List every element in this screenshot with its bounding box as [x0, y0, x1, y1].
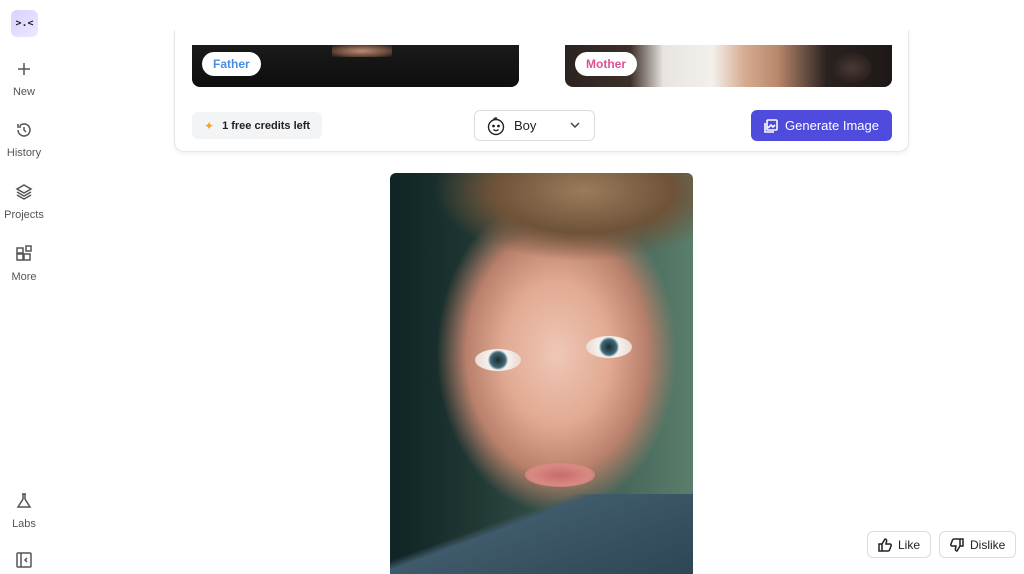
generate-image-label: Generate Image — [785, 118, 879, 133]
sidebar-item-label: More — [11, 271, 37, 283]
sidebar-item-history[interactable]: History — [0, 121, 48, 159]
sidebar: >.< New History Projects More Labs — [0, 0, 48, 574]
credits-text: 1 free credits left — [222, 119, 311, 132]
thumbs-down-icon — [950, 537, 964, 552]
baby-hair — [420, 173, 693, 263]
baby-right-eye — [586, 336, 632, 358]
sidebar-collapse-icon — [16, 552, 32, 568]
flask-icon — [16, 493, 32, 508]
plus-icon — [18, 63, 30, 75]
father-tag: Father — [202, 52, 261, 76]
baby-face-icon — [487, 116, 505, 135]
sidebar-item-label: Labs — [12, 518, 36, 530]
gender-select[interactable]: Boy — [474, 110, 595, 141]
mother-photo-image — [832, 53, 872, 83]
parent-input-card: Father Mother ✦ 1 free credits left Boy … — [174, 30, 909, 152]
generate-image-button[interactable]: Generate Image — [751, 110, 892, 141]
like-label: Like — [898, 537, 921, 552]
sidebar-item-label: History — [6, 147, 42, 159]
mother-photo[interactable]: Mother — [565, 45, 892, 87]
chevron-down-icon — [570, 122, 580, 129]
grid-plus-icon — [16, 245, 32, 261]
sidebar-item-more[interactable]: More — [0, 245, 48, 283]
layers-icon — [15, 184, 33, 200]
dislike-label: Dislike — [970, 537, 1006, 552]
sidebar-item-label: Projects — [4, 209, 44, 221]
baby-shirt — [390, 494, 693, 574]
like-button[interactable]: Like — [867, 531, 932, 558]
mother-tag: Mother — [575, 52, 637, 76]
father-photo-image — [332, 45, 392, 57]
sidebar-item-label: New — [12, 86, 35, 98]
sidebar-item-new[interactable]: New — [0, 60, 48, 98]
credits-badge: ✦ 1 free credits left — [192, 112, 323, 139]
baby-left-eye — [475, 349, 521, 371]
image-icon — [764, 118, 778, 133]
sidebar-item-projects[interactable]: Projects — [0, 183, 48, 221]
sidebar-collapse-button[interactable] — [0, 551, 48, 569]
generated-baby-image — [390, 173, 693, 574]
app-logo[interactable]: >.< — [11, 10, 38, 37]
sidebar-item-labs[interactable]: Labs — [0, 492, 48, 530]
baby-mouth — [525, 463, 595, 487]
history-icon — [17, 123, 31, 137]
father-photo[interactable]: Father — [192, 45, 519, 87]
gender-select-value: Boy — [514, 118, 537, 133]
dislike-button[interactable]: Dislike — [939, 531, 1017, 558]
thumbs-up-icon — [878, 537, 892, 552]
sparkle-icon: ✦ — [204, 118, 215, 133]
